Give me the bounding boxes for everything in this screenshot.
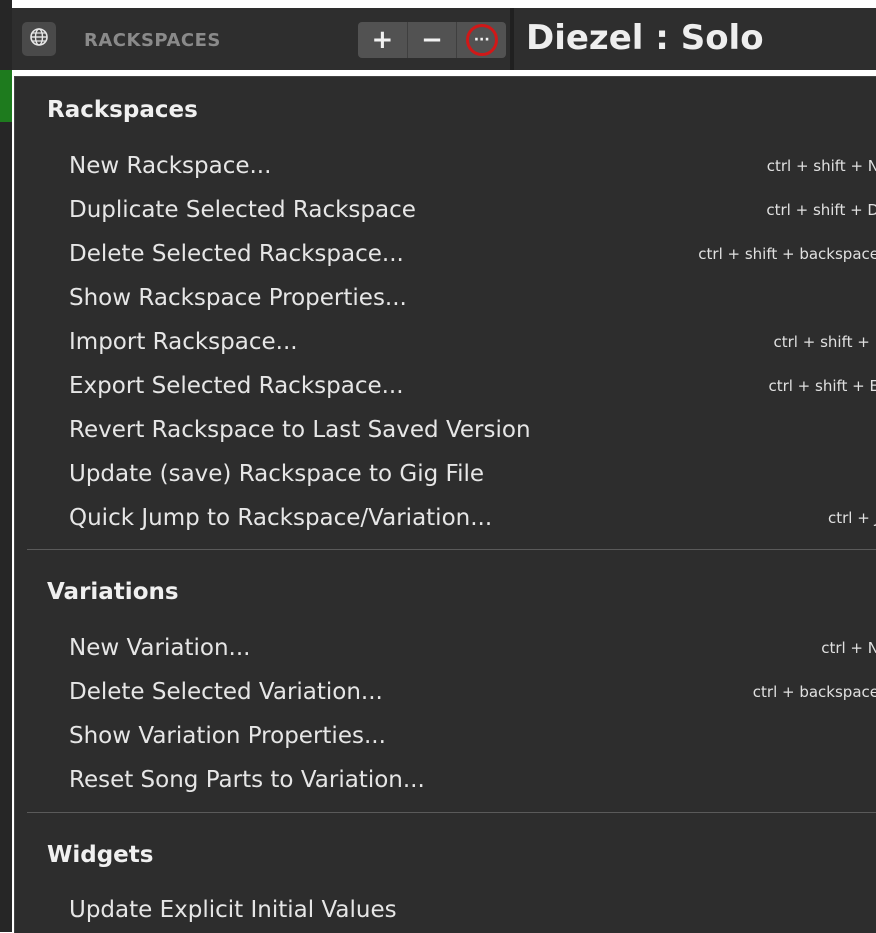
menu-item-shortcut: ctrl + shift + N xyxy=(766,157,876,175)
menu-item-show-rackspace-properties[interactable]: Show Rackspace Properties... xyxy=(69,279,876,319)
rackspace-options-menu: Rackspaces New Rackspace... ctrl + shift… xyxy=(14,76,876,933)
menu-item-reset-song-parts[interactable]: Reset Song Parts to Variation... xyxy=(69,761,876,801)
menu-item-shortcut: ctrl + shift + D xyxy=(766,201,876,219)
menu-item-export-rackspace[interactable]: Export Selected Rackspace... ctrl + shif… xyxy=(69,367,876,407)
more-options-button[interactable]: ··· xyxy=(457,22,506,58)
menu-item-update-rackspace[interactable]: Update (save) Rackspace to Gig File xyxy=(69,455,876,495)
menu-separator xyxy=(27,812,876,813)
menu-item-shortcut: ctrl + backspace xyxy=(752,683,876,701)
menu-item-update-initial-values[interactable]: Update Explicit Initial Values xyxy=(69,891,876,931)
menu-item-label: Show Variation Properties... xyxy=(69,723,386,749)
rackspace-selected-indicator xyxy=(0,70,12,122)
menu-item-label: Duplicate Selected Rackspace xyxy=(69,197,416,223)
add-rackspace-button[interactable]: + xyxy=(358,22,408,58)
rackspace-controls: + − ··· xyxy=(358,22,506,58)
menu-item-label: Reset Song Parts to Variation... xyxy=(69,767,425,793)
menu-section-variations: Variations xyxy=(47,579,179,605)
menu-section-rackspaces: Rackspaces xyxy=(47,97,198,123)
minus-icon: − xyxy=(421,25,443,55)
menu-item-shortcut: ctrl + shift + backspace xyxy=(698,245,876,263)
menu-item-label: New Rackspace... xyxy=(69,153,272,179)
menu-item-label: New Variation... xyxy=(69,635,251,661)
remove-rackspace-button[interactable]: − xyxy=(408,22,458,58)
menu-item-duplicate-rackspace[interactable]: Duplicate Selected Rackspace ctrl + shif… xyxy=(69,191,876,231)
menu-item-label: Show Rackspace Properties... xyxy=(69,285,407,311)
menu-item-shortcut: ctrl + shift + I xyxy=(773,333,876,351)
menu-item-delete-rackspace[interactable]: Delete Selected Rackspace... ctrl + shif… xyxy=(69,235,876,275)
menu-item-label: Export Selected Rackspace... xyxy=(69,373,404,399)
menu-item-new-variation[interactable]: New Variation... ctrl + N xyxy=(69,629,876,669)
menu-item-new-rackspace[interactable]: New Rackspace... ctrl + shift + N xyxy=(69,147,876,187)
header-divider xyxy=(510,8,514,70)
menu-item-label: Delete Selected Variation... xyxy=(69,679,383,705)
globe-button[interactable] xyxy=(22,22,56,56)
app-frame: RACKSPACES + − ··· Diezel : Solo Rackspa… xyxy=(0,0,876,933)
menu-item-shortcut: ctrl + J xyxy=(828,509,876,527)
current-rackspace-title: Diezel : Solo xyxy=(526,18,764,58)
menu-item-label: Import Rackspace... xyxy=(69,329,298,355)
more-options-icon: ··· xyxy=(465,24,498,56)
globe-icon xyxy=(29,27,49,51)
rackspaces-section-label: RACKSPACES xyxy=(84,30,221,51)
menu-item-shortcut: ctrl + N xyxy=(821,639,876,657)
menu-item-delete-variation[interactable]: Delete Selected Variation... ctrl + back… xyxy=(69,673,876,713)
menu-item-label: Delete Selected Rackspace... xyxy=(69,241,404,267)
menu-item-label: Update (save) Rackspace to Gig File xyxy=(69,461,485,487)
rackspaces-header-bar: RACKSPACES + − ··· Diezel : Solo xyxy=(12,8,876,70)
menu-item-shortcut: ctrl + shift + E xyxy=(768,377,876,395)
menu-item-label: Update Explicit Initial Values xyxy=(69,897,397,923)
left-strip xyxy=(0,0,12,932)
menu-section-widgets: Widgets xyxy=(47,842,154,868)
menu-item-quick-jump[interactable]: Quick Jump to Rackspace/Variation... ctr… xyxy=(69,499,876,539)
menu-separator xyxy=(27,549,876,550)
menu-item-revert-rackspace[interactable]: Revert Rackspace to Last Saved Version xyxy=(69,411,876,451)
more-options-glyph: ··· xyxy=(473,32,490,48)
menu-item-show-variation-properties[interactable]: Show Variation Properties... xyxy=(69,717,876,757)
menu-item-label: Revert Rackspace to Last Saved Version xyxy=(69,417,531,443)
menu-item-label: Quick Jump to Rackspace/Variation... xyxy=(69,505,493,531)
plus-icon: + xyxy=(371,25,394,55)
menu-item-import-rackspace[interactable]: Import Rackspace... ctrl + shift + I xyxy=(69,323,876,363)
